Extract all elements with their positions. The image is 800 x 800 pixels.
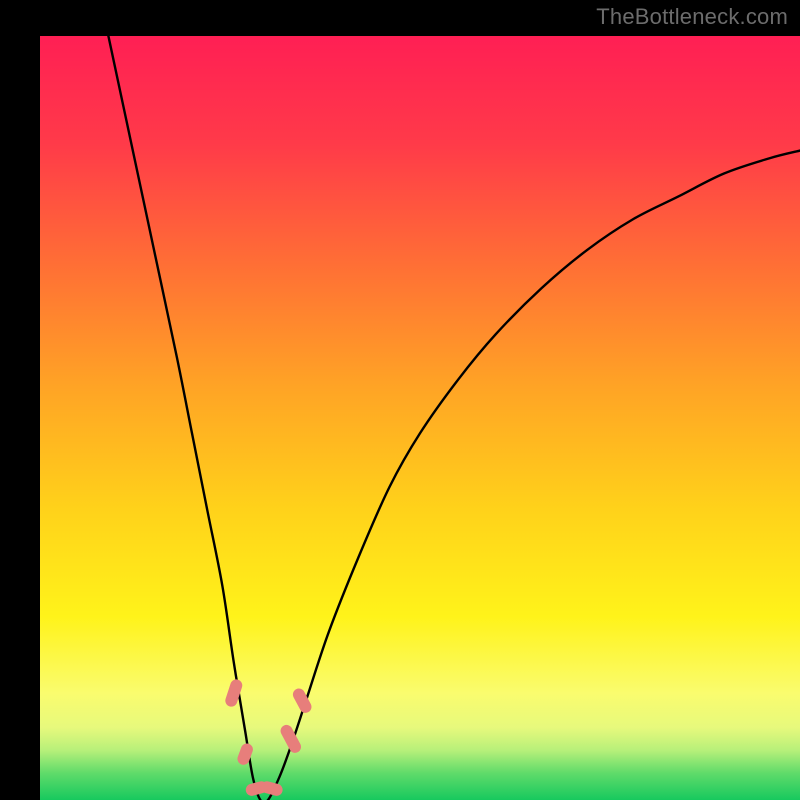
chart-frame: TheBottleneck.com [0, 0, 800, 800]
watermark-label: TheBottleneck.com [596, 4, 788, 30]
gradient-bg [40, 36, 800, 800]
bottleneck-chart-svg [40, 36, 800, 800]
plot-area [40, 36, 800, 800]
